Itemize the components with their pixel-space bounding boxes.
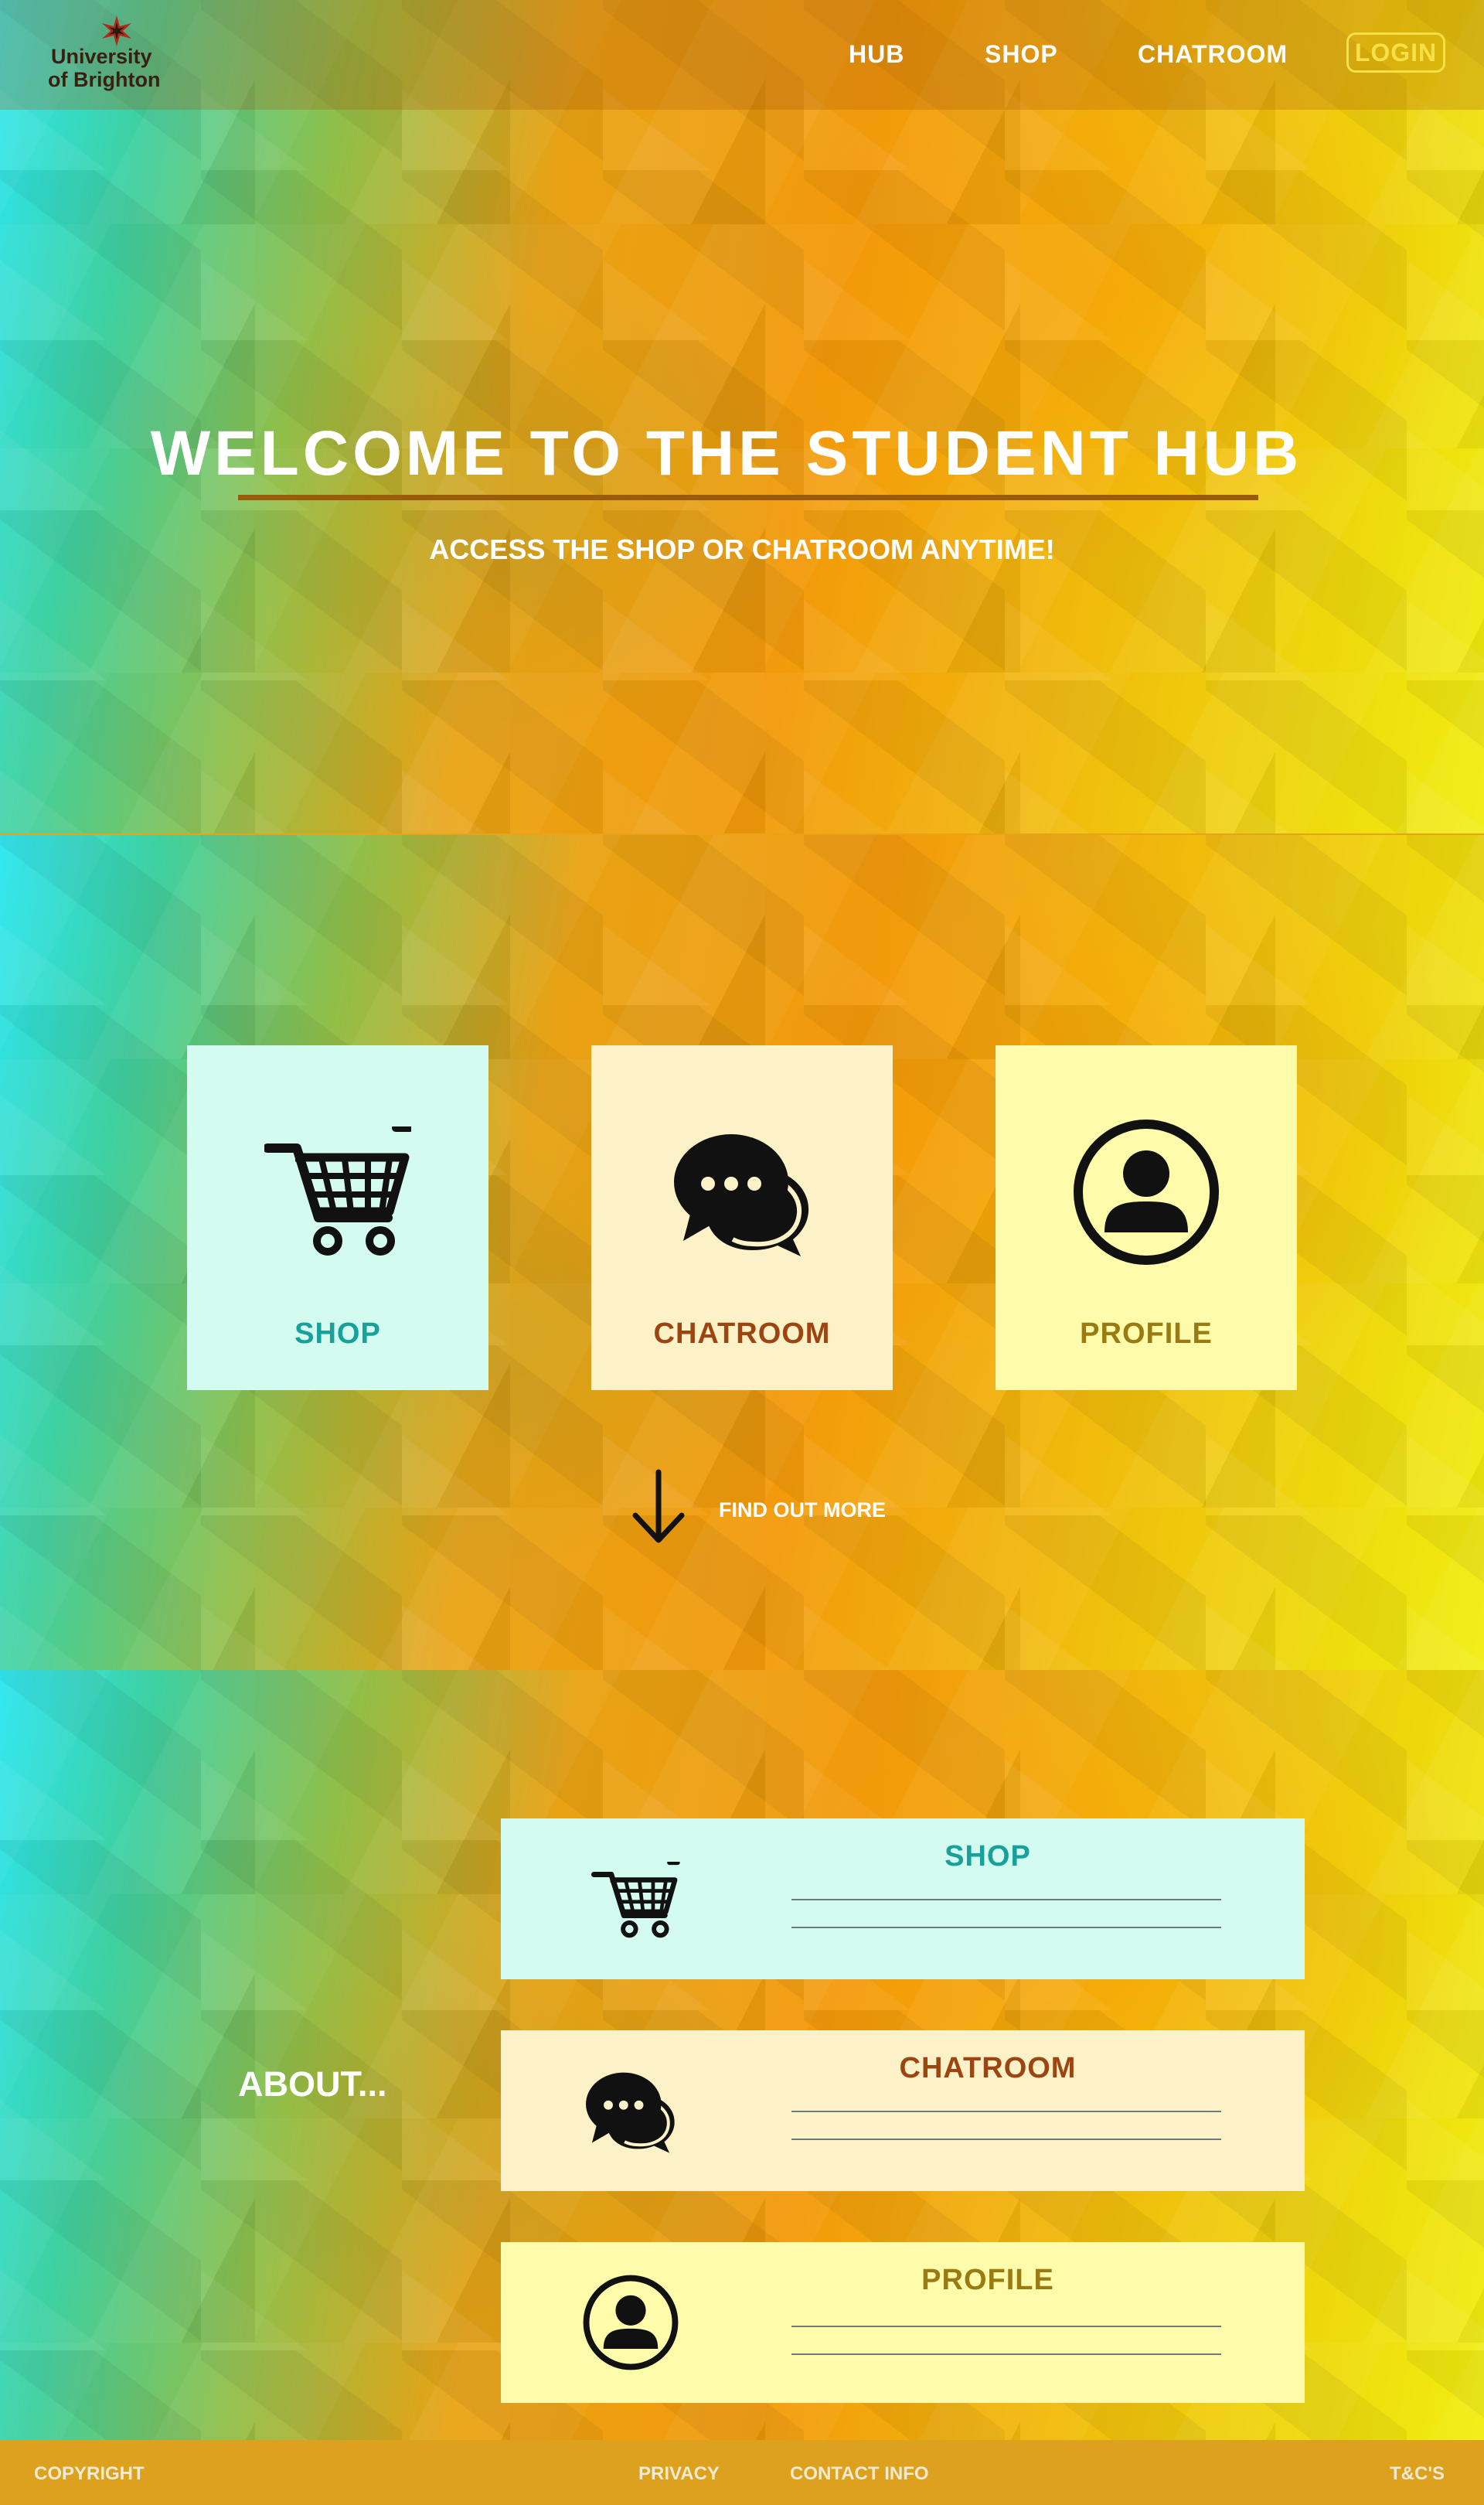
about-section: ABOUT... SHOP CHATROOM PROFILE <box>0 1670 1484 2443</box>
text-placeholder-line <box>791 2353 1221 2355</box>
hero-title-underline <box>238 495 1258 500</box>
profile-tile-label: PROFILE <box>1080 1317 1213 1350</box>
footer-copyright[interactable]: COPYRIGHT <box>34 2463 145 2485</box>
nav-hub[interactable]: HUB <box>849 40 904 69</box>
hero-subtitle: ACCESS THE SHOP OR CHATROOM ANYTIME! <box>429 533 1055 565</box>
about-shop-card[interactable]: SHOP <box>501 1818 1305 1979</box>
chatroom-tile[interactable]: CHATROOM <box>591 1045 893 1390</box>
login-button[interactable]: LOGIN <box>1346 32 1445 73</box>
about-heading: ABOUT... <box>238 2064 387 2104</box>
chat-bubbles-icon <box>674 1134 809 1256</box>
footer-privacy-link[interactable]: PRIVACY <box>638 2463 720 2485</box>
star-logo-icon <box>102 15 131 46</box>
footer-terms-link[interactable]: T&C'S <box>1390 2463 1445 2485</box>
hero-title: WELCOME TO THE STUDENT HUB <box>150 418 1303 489</box>
about-profile-title: PROFILE <box>921 2264 1054 2296</box>
shop-tile-label: SHOP <box>294 1317 381 1350</box>
arrow-down-icon <box>632 1469 685 1543</box>
user-profile-icon <box>583 2275 679 2370</box>
hero-section: University of Brighton HUB SHOP CHATROOM… <box>0 0 1484 833</box>
find-out-more-label: FIND OUT MORE <box>719 1498 886 1522</box>
shop-tile[interactable]: SHOP <box>187 1045 488 1390</box>
text-placeholder-line <box>791 2111 1221 2112</box>
shopping-cart-icon <box>264 1126 411 1256</box>
user-profile-icon <box>1074 1120 1219 1265</box>
nav-shop[interactable]: SHOP <box>985 40 1058 69</box>
logo-line-1: University <box>51 45 152 68</box>
about-profile-card[interactable]: PROFILE <box>501 2242 1305 2403</box>
chatroom-tile-label: CHATROOM <box>653 1317 831 1350</box>
find-out-more-link[interactable]: FIND OUT MORE <box>628 1469 906 1546</box>
text-placeholder-line <box>791 2326 1221 2327</box>
text-placeholder-line <box>791 1899 1221 1900</box>
footer-contact-link[interactable]: CONTACT INFO <box>790 2463 929 2485</box>
feature-tiles-section: SHOP CHATROOM PROFILE FIND OUT MORE <box>0 835 1484 1670</box>
logo-wordmark: University of Brighton <box>48 45 187 91</box>
about-chatroom-title: CHATROOM <box>899 2052 1077 2084</box>
about-chatroom-card[interactable]: CHATROOM <box>501 2030 1305 2191</box>
university-logo[interactable]: University of Brighton <box>48 14 187 99</box>
profile-tile[interactable]: PROFILE <box>996 1045 1297 1390</box>
nav-chatroom[interactable]: CHATROOM <box>1138 40 1288 69</box>
page-footer: COPYRIGHT PRIVACY CONTACT INFO T&C'S <box>0 2440 1484 2505</box>
top-navbar: University of Brighton HUB SHOP CHATROOM… <box>0 0 1484 110</box>
chat-bubbles-icon <box>586 2072 675 2153</box>
about-shop-title: SHOP <box>945 1840 1031 1873</box>
shopping-cart-icon <box>591 1862 680 1938</box>
polygon-background <box>0 0 1484 833</box>
text-placeholder-line <box>791 2139 1221 2140</box>
logo-line-2: of Brighton <box>48 68 161 91</box>
text-placeholder-line <box>791 1927 1221 1928</box>
